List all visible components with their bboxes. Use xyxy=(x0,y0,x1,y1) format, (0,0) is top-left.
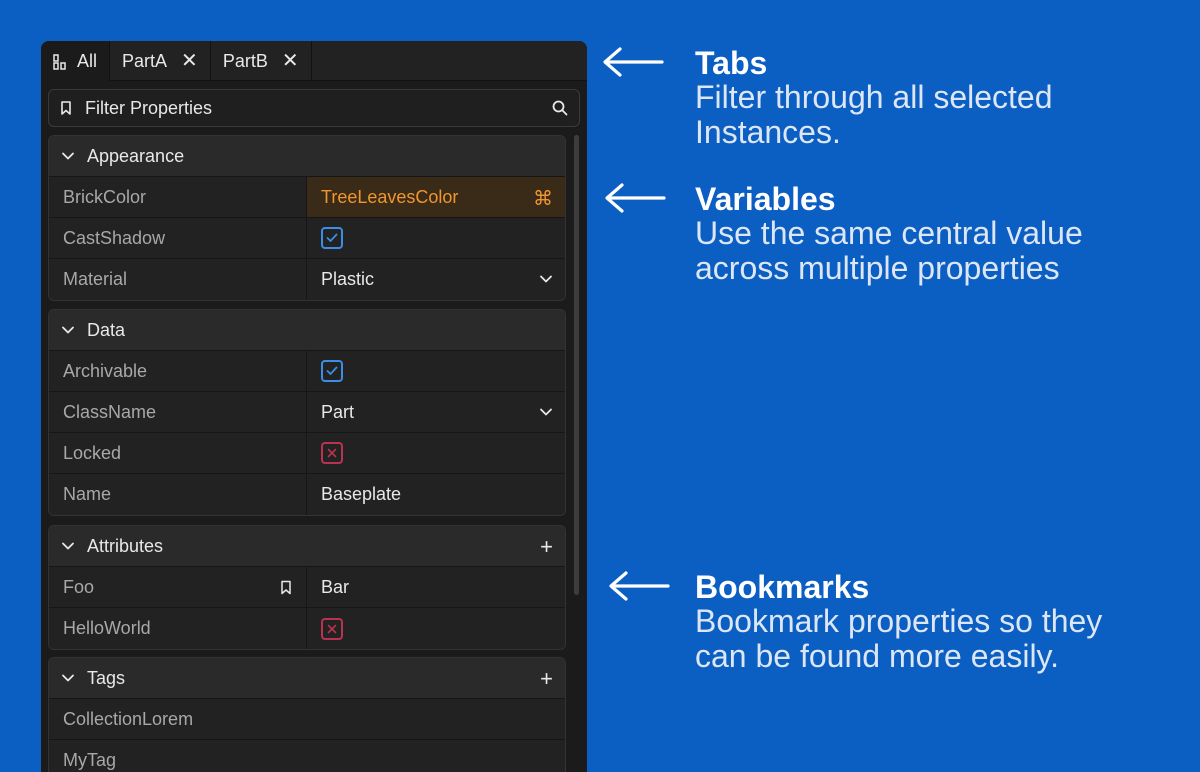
property-key: Material xyxy=(49,259,307,300)
tag-name[interactable]: MyTag xyxy=(49,740,116,772)
section-tags: Tags + CollectionLorem MyTag xyxy=(48,657,566,772)
bookmark-icon[interactable] xyxy=(59,100,73,116)
arrow-left-icon xyxy=(603,47,664,77)
chevron-down-icon xyxy=(539,272,553,286)
annotation-bookmarks: Bookmarks Bookmark properties so they ca… xyxy=(695,570,1175,674)
checkbox-checked[interactable] xyxy=(321,227,343,249)
tab-label: PartB xyxy=(222,50,268,71)
instances-icon xyxy=(53,53,67,70)
property-row-castshadow: CastShadow xyxy=(49,218,565,259)
property-key: BrickColor xyxy=(49,177,307,217)
property-key: Archivable xyxy=(49,351,307,391)
property-row-brickcolor: BrickColor TreeLeavesColor ⌘ xyxy=(49,177,565,218)
section-header[interactable]: Tags + xyxy=(49,658,565,699)
dropdown-value: Plastic xyxy=(321,269,375,289)
property-row-material: Material Plastic xyxy=(49,259,565,300)
arrow-left-icon xyxy=(605,183,666,213)
variable-icon: ⌘ xyxy=(533,188,553,210)
property-value xyxy=(307,218,565,258)
annotation-desc-line1: Filter through all selected xyxy=(695,79,1053,115)
property-value xyxy=(307,433,565,473)
property-key: Foo xyxy=(49,567,307,607)
annotation-variables: Variables Use the same central value acr… xyxy=(695,182,1175,286)
tab-partb[interactable]: PartB ✕ xyxy=(211,41,312,81)
bookmark-icon[interactable] xyxy=(280,580,292,595)
annotation-desc-line1: Bookmark properties so they xyxy=(695,603,1103,639)
name-field[interactable]: Baseplate xyxy=(307,474,565,515)
annotation-tabs: Tabs Filter through all selected Instanc… xyxy=(695,46,1175,150)
chevron-down-icon xyxy=(539,405,553,419)
property-value xyxy=(307,351,565,391)
tag-row-mytag: MyTag xyxy=(49,740,565,772)
tab-parta[interactable]: PartA ✕ xyxy=(110,41,211,81)
variable-name: TreeLeavesColor xyxy=(321,186,459,207)
scrollbar[interactable] xyxy=(574,135,579,595)
tab-label: All xyxy=(77,51,98,71)
tag-name[interactable]: CollectionLorem xyxy=(49,699,193,739)
filter-bar xyxy=(48,89,580,127)
add-tag-button[interactable]: + xyxy=(540,668,553,690)
section-header[interactable]: Data xyxy=(49,310,565,351)
section-title: Data xyxy=(87,319,126,340)
property-row-archivable: Archivable xyxy=(49,351,565,392)
annotation-desc-line1: Use the same central value xyxy=(695,215,1083,251)
section-appearance: Appearance BrickColor TreeLeavesColor ⌘ … xyxy=(48,135,566,301)
annotation-title: Bookmarks xyxy=(695,569,870,605)
annotation-desc-line2: across multiple properties xyxy=(695,250,1060,286)
property-key: ClassName xyxy=(49,392,307,432)
section-attributes: Attributes + Foo Bar HelloWorld xyxy=(48,525,566,650)
tab-all[interactable]: All xyxy=(41,41,111,82)
property-key: HelloWorld xyxy=(49,608,307,649)
add-attribute-button[interactable]: + xyxy=(540,536,553,558)
checkbox-unchecked[interactable] xyxy=(321,617,343,640)
checkbox-unchecked[interactable] xyxy=(321,442,343,464)
property-row-helloworld: HelloWorld xyxy=(49,608,565,649)
property-row-foo: Foo Bar xyxy=(49,567,565,608)
foo-field[interactable]: Bar xyxy=(307,567,565,607)
classname-dropdown[interactable]: Part xyxy=(307,392,565,432)
chevron-down-icon xyxy=(61,149,75,163)
arrow-left-icon xyxy=(609,571,670,601)
annotation-title: Tabs xyxy=(695,45,768,81)
property-value-variable[interactable]: TreeLeavesColor ⌘ xyxy=(307,177,565,217)
section-title: Attributes xyxy=(87,535,164,556)
tab-label: PartA xyxy=(122,50,168,71)
section-data: Data Archivable ClassName Part Locked Na… xyxy=(48,309,566,516)
tag-row-collection: CollectionLorem xyxy=(49,699,565,740)
tab-bar: All PartA ✕ PartB ✕ xyxy=(41,41,587,82)
property-key: CastShadow xyxy=(49,218,307,258)
filter-input[interactable] xyxy=(85,97,551,119)
annotation-desc-line2: can be found more easily. xyxy=(695,638,1060,674)
properties-panel: All PartA ✕ PartB ✕ Appearance BrickColo… xyxy=(41,41,587,772)
property-row-name: Name Baseplate xyxy=(49,474,565,515)
chevron-down-icon xyxy=(61,671,75,685)
property-row-classname: ClassName Part xyxy=(49,392,565,433)
property-key-label: Foo xyxy=(63,576,95,597)
close-icon[interactable]: ✕ xyxy=(181,51,198,71)
search-icon[interactable] xyxy=(551,99,569,117)
dropdown-value: Part xyxy=(321,401,355,422)
property-key: Name xyxy=(49,474,307,515)
chevron-down-icon xyxy=(61,323,75,337)
section-title: Appearance xyxy=(87,145,185,166)
chevron-down-icon xyxy=(61,539,75,553)
property-key: Locked xyxy=(49,433,307,473)
section-header[interactable]: Attributes + xyxy=(49,526,565,567)
section-title: Tags xyxy=(87,667,126,688)
close-icon[interactable]: ✕ xyxy=(282,51,299,71)
material-dropdown[interactable]: Plastic xyxy=(307,259,565,300)
checkbox-checked[interactable] xyxy=(321,360,343,382)
annotation-title: Variables xyxy=(695,181,836,217)
annotation-desc-line2: Instances. xyxy=(695,114,841,150)
property-value xyxy=(307,608,565,649)
property-row-locked: Locked xyxy=(49,433,565,474)
section-header[interactable]: Appearance xyxy=(49,136,565,177)
